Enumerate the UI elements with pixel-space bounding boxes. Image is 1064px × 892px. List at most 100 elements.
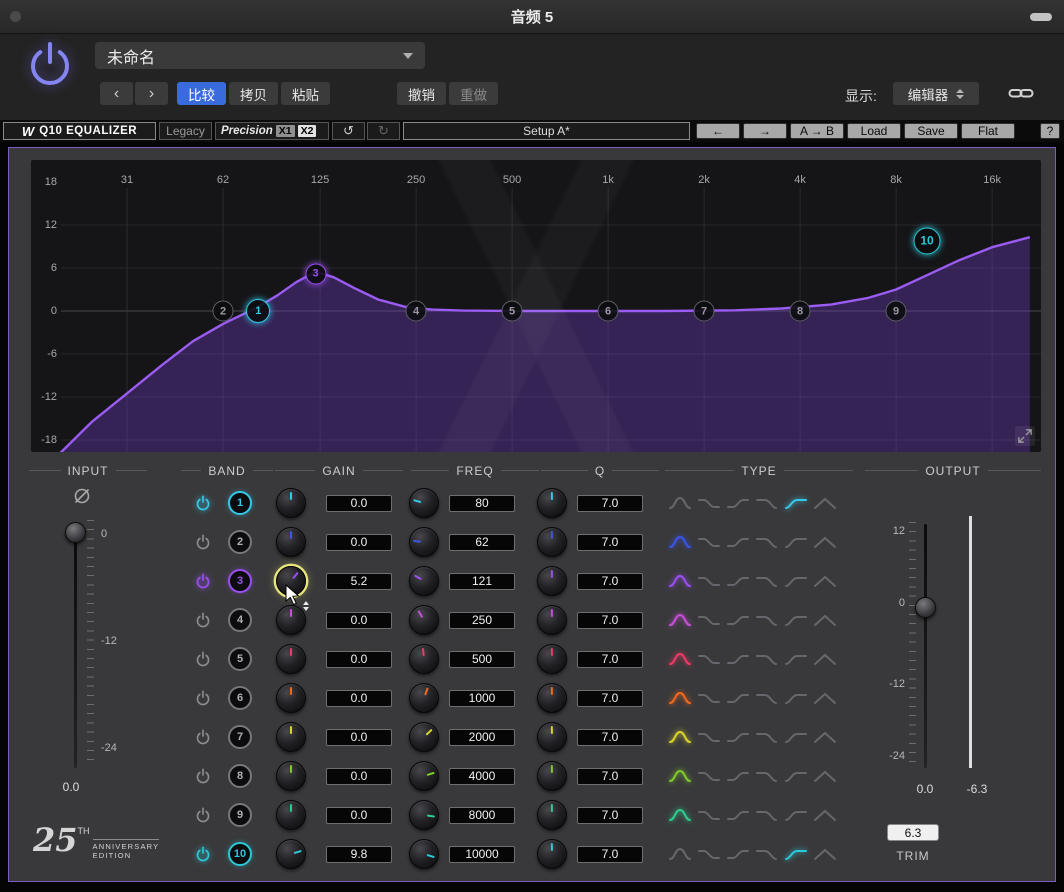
filter-type-icon[interactable] [784,807,808,823]
filter-type-icon[interactable] [726,612,750,628]
eq-band-marker[interactable]: 1 [246,299,270,323]
q-knob[interactable] [537,722,567,752]
freq-knob[interactable] [409,566,439,596]
filter-type-icon[interactable] [697,690,721,706]
freq-value-field[interactable]: 80 [449,495,515,512]
filter-type-icon[interactable] [697,534,721,550]
band-power-button[interactable] [195,807,211,823]
freq-knob[interactable] [409,527,439,557]
view-selector[interactable]: 编辑器 [893,82,979,105]
titlebar[interactable]: 音频 5 [0,0,1064,34]
filter-type-icon[interactable] [668,729,692,745]
gain-value-field[interactable]: 0.0 [326,495,392,512]
eq-band-marker[interactable]: 2 [213,301,234,322]
filter-type-icon[interactable] [813,495,837,511]
plugin-power-button[interactable] [26,40,74,93]
setup-forward-button[interactable]: → [743,123,787,139]
expand-icon[interactable] [1015,426,1035,446]
filter-type-icon[interactable] [726,573,750,589]
flat-button[interactable]: Flat [961,123,1015,139]
filter-type-icon[interactable] [784,534,808,550]
gain-value-field[interactable]: 0.0 [326,651,392,668]
filter-type-icon[interactable] [755,573,779,589]
q-knob[interactable] [537,566,567,596]
gain-knob[interactable] [276,761,306,791]
eq-band-marker[interactable]: 4 [406,301,427,322]
save-button[interactable]: Save [904,123,958,139]
q-knob[interactable] [537,839,567,869]
filter-type-icon[interactable] [726,768,750,784]
eq-graph[interactable]: 31621252505001k2k4k8k16k181260-6-12-1812… [31,160,1041,452]
toolbar-undo-button[interactable]: ↺ [332,122,365,140]
filter-type-icon[interactable] [784,612,808,628]
filter-type-icon[interactable] [726,729,750,745]
filter-type-icon[interactable] [813,612,837,628]
band-select-button[interactable]: 3 [228,569,252,593]
q-knob[interactable] [537,683,567,713]
q-knob[interactable] [537,644,567,674]
q-value-field[interactable]: 7.0 [577,690,643,707]
filter-type-icon[interactable] [813,768,837,784]
filter-type-icon[interactable] [755,495,779,511]
eq-band-marker[interactable]: 5 [502,301,523,322]
precision-selector[interactable]: Precision X1 X2 [215,122,329,140]
filter-type-icon[interactable] [755,651,779,667]
copy-button[interactable]: 拷贝 [229,82,278,105]
gain-value-field[interactable]: 0.0 [326,612,392,629]
gain-knob[interactable] [276,722,306,752]
gain-value-field[interactable]: 0.0 [326,768,392,785]
setup-back-button[interactable]: ← [696,123,740,139]
filter-type-icon[interactable] [697,729,721,745]
band-select-button[interactable]: 4 [228,608,252,632]
undo-button[interactable]: 撤销 [397,82,446,105]
band-power-button[interactable] [195,495,211,511]
preset-dropdown[interactable]: 未命名 [95,42,425,69]
eq-band-marker[interactable]: 10 [914,227,941,254]
eq-band-marker[interactable]: 3 [305,263,326,284]
filter-type-icon[interactable] [755,612,779,628]
paste-button[interactable]: 粘贴 [281,82,330,105]
filter-type-icon[interactable] [755,729,779,745]
band-select-button[interactable]: 7 [228,725,252,749]
q-knob[interactable] [537,527,567,557]
freq-value-field[interactable]: 62 [449,534,515,551]
band-select-button[interactable]: 8 [228,764,252,788]
freq-value-field[interactable]: 1000 [449,690,515,707]
freq-value-field[interactable]: 121 [449,573,515,590]
freq-value-field[interactable]: 2000 [449,729,515,746]
preset-back-button[interactable]: ‹ [100,82,133,105]
filter-type-icon[interactable] [668,846,692,862]
gain-knob[interactable] [276,644,306,674]
legacy-button[interactable]: Legacy [159,122,212,140]
band-power-button[interactable] [195,573,211,589]
band-select-button[interactable]: 6 [228,686,252,710]
filter-type-icon[interactable] [784,651,808,667]
filter-type-icon[interactable] [668,807,692,823]
band-power-button[interactable] [195,729,211,745]
q-value-field[interactable]: 7.0 [577,651,643,668]
q-value-field[interactable]: 7.0 [577,573,643,590]
eq-band-marker[interactable]: 9 [886,301,907,322]
q-knob[interactable] [537,605,567,635]
gain-value-field[interactable]: 0.0 [326,729,392,746]
filter-type-icon[interactable] [726,495,750,511]
gain-knob[interactable] [276,683,306,713]
freq-value-field[interactable]: 4000 [449,768,515,785]
gain-value-field[interactable]: 9.8 [326,846,392,863]
filter-type-icon[interactable] [697,573,721,589]
input-fader-knob[interactable] [65,522,86,543]
filter-type-icon[interactable] [784,690,808,706]
output-fader-knob[interactable] [915,597,936,618]
filter-type-icon[interactable] [697,612,721,628]
filter-type-icon[interactable] [668,534,692,550]
band-power-button[interactable] [195,768,211,784]
filter-type-icon[interactable] [668,612,692,628]
a-to-b-button[interactable]: A → B [790,123,844,139]
help-button[interactable]: ? [1040,123,1060,139]
filter-type-icon[interactable] [755,846,779,862]
q-knob[interactable] [537,488,567,518]
band-power-button[interactable] [195,651,211,667]
filter-type-icon[interactable] [668,495,692,511]
q-knob[interactable] [537,800,567,830]
gain-value-field[interactable]: 0.0 [326,807,392,824]
